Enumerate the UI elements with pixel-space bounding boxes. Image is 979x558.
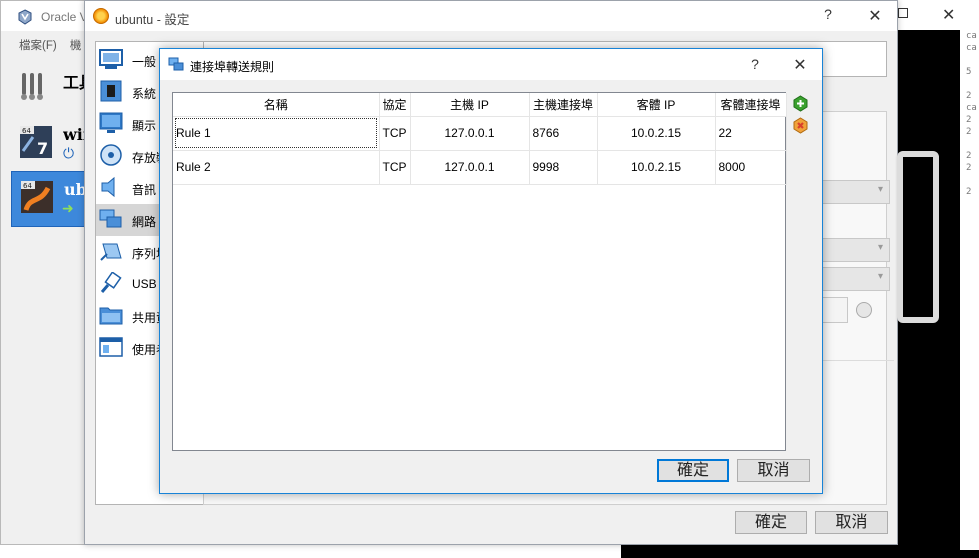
system-chip-icon	[100, 80, 122, 102]
menu-machine[interactable]: 機	[70, 40, 82, 52]
user-interface-icon	[99, 337, 123, 357]
console-line: ca	[966, 31, 977, 41]
sidebar-item-label: 網路	[132, 215, 157, 229]
dialog-title: 連接埠轉送規則	[190, 60, 275, 74]
host-ip-cell[interactable]: 127.0.0.1	[410, 116, 530, 151]
dialog-title-bar: 連接埠轉送規則 ? ✕	[160, 49, 822, 80]
protocol-cell[interactable]: TCP	[379, 150, 411, 185]
network-icon	[168, 57, 184, 71]
shared-folder-icon	[99, 307, 123, 325]
console-line: 2	[966, 91, 972, 101]
dialog-cancel-button[interactable]: 取消	[737, 459, 810, 482]
settings-gear-icon	[93, 8, 109, 24]
protocol-cell[interactable]: TCP	[379, 116, 411, 151]
usb-icon	[100, 272, 122, 293]
guest-port-cell[interactable]: 22	[715, 116, 787, 151]
close-button[interactable]: ✕	[785, 55, 815, 75]
audio-speaker-icon	[101, 176, 115, 198]
guest-port-cell[interactable]: 8000	[715, 150, 787, 185]
manager-title: Oracle V	[41, 10, 88, 24]
close-icon[interactable]: ✕	[942, 5, 955, 25]
running-arrow-icon: ➜	[62, 200, 74, 216]
console-line: 5	[966, 67, 972, 77]
port-forwarding-dialog: 連接埠轉送規則 ? ✕ 名稱 協定 主機 IP 主機連接埠 客體 IP 客體連接…	[159, 48, 823, 494]
storage-disk-icon	[100, 144, 122, 166]
column-header-guest-ip[interactable]: 客體 IP	[597, 93, 716, 117]
column-header-guest-port[interactable]: 客體連接埠	[715, 93, 787, 117]
rule-name-cell[interactable]: Rule 2	[173, 150, 380, 185]
vm-list-item-win[interactable]: 64 7 win ⏻	[11, 117, 93, 169]
sidebar-item-label: 系統	[132, 87, 157, 101]
console-line: ca	[966, 103, 977, 113]
column-header-protocol[interactable]: 協定	[379, 93, 411, 117]
column-header-name[interactable]: 名稱	[173, 93, 380, 117]
help-button[interactable]: ?	[740, 56, 770, 72]
add-rule-icon[interactable]	[792, 95, 809, 112]
serial-port-icon	[100, 243, 122, 261]
port-forwarding-rules-table: 名稱 協定 主機 IP 主機連接埠 客體 IP 客體連接埠 Rule 1 TCP…	[172, 92, 787, 451]
ubuntu-os-icon: 64	[21, 181, 53, 213]
column-header-host-port[interactable]: 主機連接埠	[529, 93, 598, 117]
help-button[interactable]: ?	[813, 6, 843, 22]
host-port-cell[interactable]: 9998	[529, 150, 598, 185]
sidebar-item-label: 一般	[132, 55, 157, 69]
settings-title-bar: ubuntu - 設定 ? ✕	[85, 1, 897, 31]
console-line: 2	[966, 151, 972, 161]
settings-ok-button[interactable]: 確定	[735, 511, 807, 534]
tools-icon	[21, 73, 43, 100]
network-icon	[99, 209, 122, 228]
console-line: 2	[966, 115, 972, 125]
console-side-text: ca ca 5 2 ca 2 2 2 2 2	[960, 30, 979, 550]
settings-cancel-button[interactable]: 取消	[815, 511, 888, 534]
guest-ip-cell[interactable]: 10.0.2.15	[597, 116, 716, 151]
settings-title: ubuntu - 設定	[115, 13, 190, 27]
close-button[interactable]: ✕	[860, 6, 890, 26]
sidebar-item-label: 顯示	[132, 119, 157, 133]
console-line: 2	[966, 163, 972, 173]
maximize-icon[interactable]	[898, 8, 908, 18]
vm-list-item-tools[interactable]: 工具	[11, 61, 93, 111]
manager-menu-bar: 檔案(F) 機	[19, 37, 91, 53]
svg-text:64: 64	[22, 127, 31, 135]
console-title-bar: ✕	[896, 0, 979, 30]
column-header-host-ip[interactable]: 主機 IP	[410, 93, 530, 117]
console-line: 2	[966, 187, 972, 197]
guest-ip-cell[interactable]: 10.0.2.15	[597, 150, 716, 185]
dialog-ok-button[interactable]: 確定	[657, 459, 729, 482]
rule-name-cell[interactable]: Rule 1	[173, 116, 380, 151]
vm-list-item-ubuntu[interactable]: 64 ubuntu ➜	[11, 171, 94, 227]
vm-preview	[897, 151, 939, 323]
general-icon	[99, 49, 123, 69]
virtualbox-logo-icon	[18, 9, 32, 25]
svg-text:64: 64	[23, 182, 32, 190]
table-header-row: 名稱 協定 主機 IP 主機連接埠 客體 IP 客體連接埠	[173, 93, 787, 117]
refresh-mac-icon[interactable]	[856, 302, 872, 318]
windows-7-os-icon: 64 7	[20, 126, 52, 158]
console-line: ca	[966, 43, 977, 53]
host-port-cell[interactable]: 8766	[529, 116, 598, 151]
host-ip-cell[interactable]: 127.0.0.1	[410, 150, 530, 185]
svg-text:7: 7	[37, 139, 48, 158]
power-off-icon: ⏻	[63, 145, 75, 161]
table-row[interactable]: Rule 2 TCP 127.0.0.1 9998 10.0.2.15 8000	[173, 150, 787, 185]
display-monitor-icon	[99, 112, 123, 133]
remove-rule-icon[interactable]	[792, 117, 809, 134]
menu-file[interactable]: 檔案(F)	[19, 40, 57, 52]
sidebar-item-label: 音訊	[132, 183, 157, 197]
table-row[interactable]: Rule 1 TCP 127.0.0.1 8766 10.0.2.15 22	[173, 116, 787, 151]
console-line: 2	[966, 127, 972, 137]
sidebar-item-label: USB	[132, 277, 157, 291]
